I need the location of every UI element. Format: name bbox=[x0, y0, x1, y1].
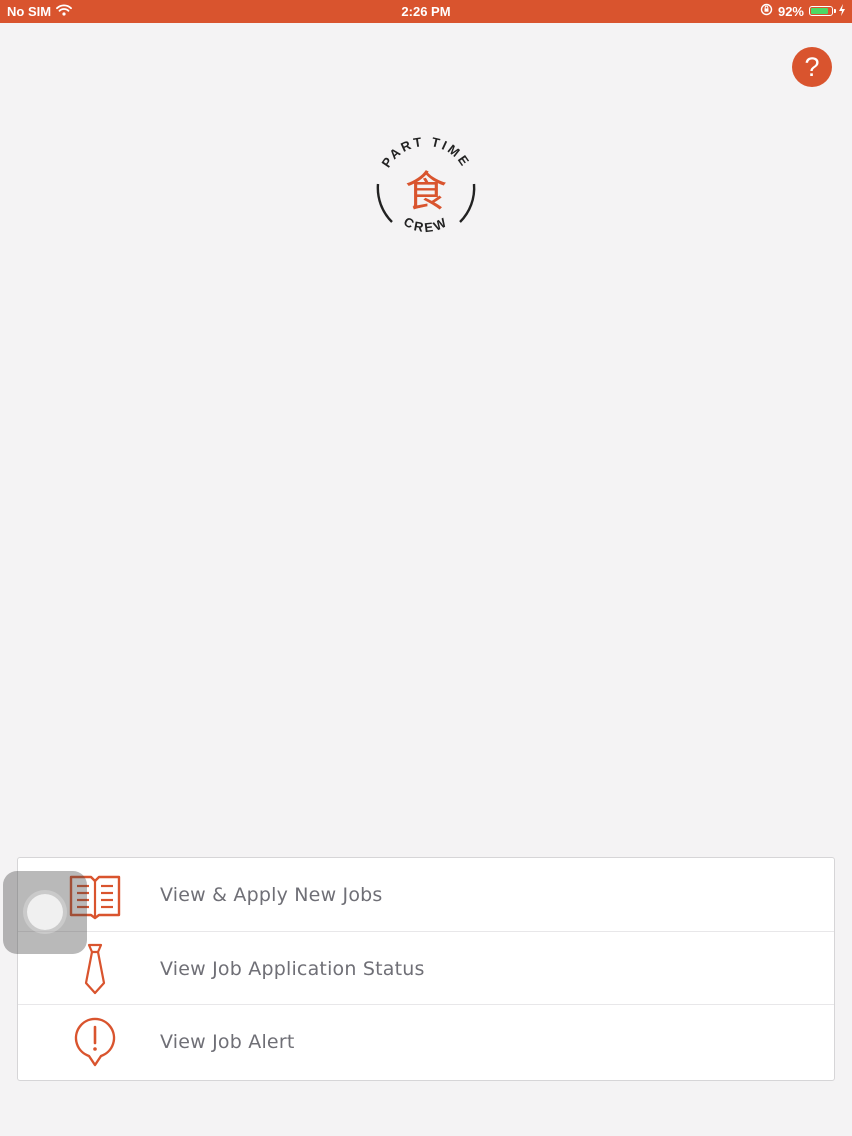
battery-icon bbox=[809, 6, 836, 16]
lightning-icon bbox=[838, 3, 846, 19]
menu-item-label: View Job Application Status bbox=[160, 957, 425, 980]
assistive-touch-dot bbox=[27, 894, 63, 930]
logo-bottom-text: CREW bbox=[401, 214, 448, 235]
menu-item-job-alert[interactable]: View Job Alert bbox=[18, 1004, 834, 1078]
battery-level bbox=[811, 8, 829, 14]
status-time: 2:26 PM bbox=[401, 4, 451, 19]
logo-top-text: PART TIME bbox=[379, 134, 471, 170]
status-right: 92% bbox=[760, 3, 846, 19]
menu-item-label: View & Apply New Jobs bbox=[160, 883, 383, 906]
svg-text:PART TIME: PART TIME bbox=[379, 134, 474, 170]
battery-percent: 92% bbox=[777, 3, 804, 19]
menu-item-application-status[interactable]: View Job Application Status bbox=[18, 931, 834, 1005]
status-bar: No SIM 2:26 PM 92% bbox=[0, 0, 852, 23]
alert-bubble-icon bbox=[58, 1012, 132, 1072]
assistive-touch-button[interactable] bbox=[3, 871, 87, 954]
menu-item-label: View Job Alert bbox=[160, 1030, 295, 1053]
menu-card: View & Apply New Jobs View Job Applicati… bbox=[17, 857, 835, 1081]
svg-text:CREW: CREW bbox=[401, 214, 451, 235]
help-button[interactable]: ? bbox=[792, 47, 832, 87]
part-time-crew-logo: PART TIME CREW 食 bbox=[370, 126, 482, 246]
menu-item-view-apply-jobs[interactable]: View & Apply New Jobs bbox=[18, 858, 834, 931]
orientation-lock-icon bbox=[760, 3, 773, 19]
logo-glyph: 食 bbox=[405, 167, 447, 216]
